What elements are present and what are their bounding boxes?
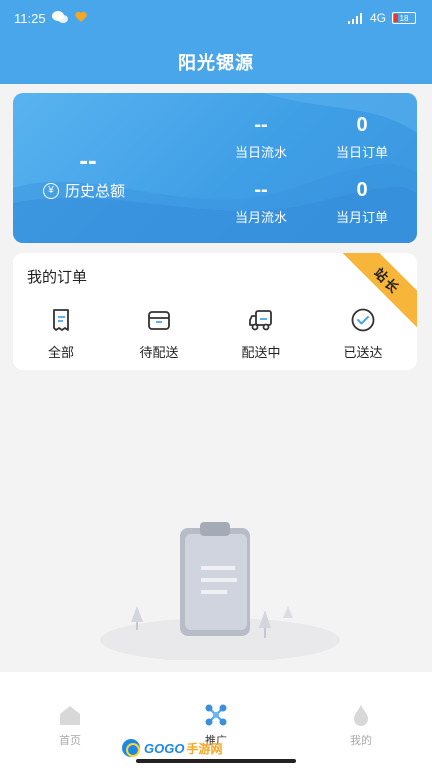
order-delivered-label: 已送达	[343, 345, 383, 360]
order-pending-label: 待配送	[139, 345, 179, 360]
order-pending-button[interactable]: 待配送	[119, 306, 199, 361]
watermark-logo-icon	[120, 737, 142, 759]
order-delivered-button[interactable]: 已送达	[323, 306, 403, 361]
receipt-icon	[53, 309, 69, 331]
nav-mine-label: 我的	[350, 735, 372, 747]
history-total-label: 历史总额	[65, 183, 126, 200]
truck-icon	[249, 310, 272, 331]
page-title: 阳光锶源	[178, 53, 254, 73]
status-right: 4G 18	[347, 11, 416, 25]
status-time: 11:25	[14, 11, 46, 26]
month-orders-value: 0	[356, 179, 368, 201]
day-flow-value: --	[254, 114, 268, 136]
history-total-value: --	[79, 145, 97, 175]
day-orders-stat: 0 当日订单	[317, 114, 407, 161]
month-flow-value: --	[254, 179, 268, 201]
user-drop-icon	[354, 705, 368, 726]
month-orders-label: 当月订单	[335, 210, 388, 225]
month-orders-stat: 0 当月订单	[317, 179, 407, 226]
my-orders-card: 我的订单 站长 全部 待配送 配送中 已送达	[13, 253, 417, 370]
orders-title: 我的订单	[27, 269, 88, 286]
heart-app-icon	[75, 11, 87, 22]
order-delivering-label: 配送中	[241, 345, 281, 360]
wechat-icon	[52, 11, 68, 23]
order-all-button[interactable]: 全部	[21, 306, 101, 361]
empty-clipboard-illustration	[100, 522, 340, 660]
watermark: GOGO 手游网	[120, 737, 222, 759]
check-circle-icon	[351, 308, 375, 332]
status-bar: 11:25 4G 18	[0, 0, 432, 36]
day-orders-value: 0	[356, 114, 368, 136]
nav-home-label: 首页	[59, 735, 81, 747]
yen-icon: ¥	[43, 182, 59, 199]
share-network-icon	[205, 704, 227, 726]
history-total: ¥ 历史总额	[43, 180, 125, 201]
order-delivering-button[interactable]: 配送中	[221, 306, 301, 361]
box-icon	[148, 311, 170, 330]
battery-icon: 18	[392, 12, 416, 24]
app-header: 11:25 4G 18 阳光锶源	[0, 0, 432, 84]
watermark-text-a: GOGO	[144, 740, 185, 756]
day-orders-label: 当日订单	[335, 145, 388, 160]
battery-level: 18	[399, 13, 409, 23]
nav-mine[interactable]: 我的	[321, 702, 401, 748]
home-icon	[60, 706, 80, 725]
day-flow-stat: -- 当日流水	[216, 114, 306, 161]
network-type: 4G	[369, 11, 386, 25]
order-all-label: 全部	[47, 345, 74, 360]
month-flow-label: 当月流水	[234, 210, 287, 225]
watermark-text-b: 手游网	[186, 741, 223, 756]
home-indicator	[136, 759, 296, 763]
day-flow-label: 当日流水	[234, 145, 287, 160]
month-flow-stat: -- 当月流水	[216, 179, 306, 226]
signal-icon	[347, 12, 362, 24]
nav-home[interactable]: 首页	[30, 702, 110, 748]
notification-icons	[52, 10, 88, 24]
